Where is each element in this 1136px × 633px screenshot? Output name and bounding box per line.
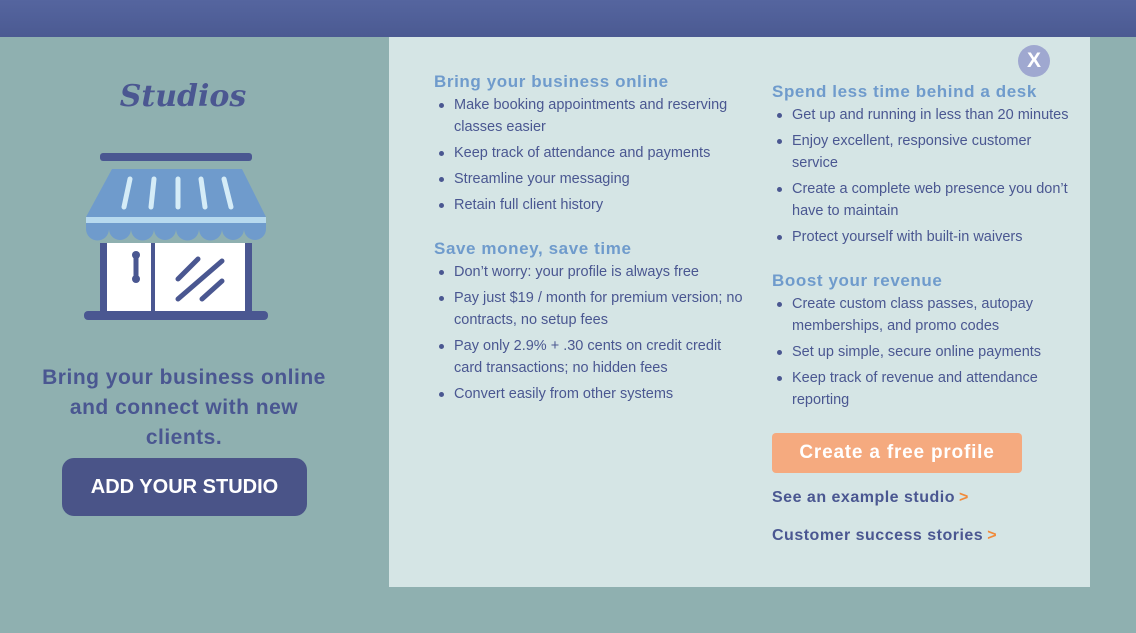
example-studio-link-text: See an example studio [772,489,956,506]
storefront-icon [84,153,268,320]
benefit-item: Don’t worry: your profile is always free [434,261,749,283]
benefit-item: Pay just $19 / month for premium version… [434,287,749,331]
top-nav-bar [0,0,1136,37]
studios-card: Studios Bring your business online and c… [0,37,389,633]
benefit-item: Convert easily from other systems [434,383,749,405]
benefit-item: Create custom class passes, autopay memb… [772,293,1077,337]
section-heading: Bring your business online [434,72,669,91]
benefits-column-right: Spend less time behind a desk Get up and… [772,81,1077,433]
benefits-column-left: Bring your business online Make booking … [434,71,749,427]
benefit-item: Enjoy excellent, responsive customer ser… [772,130,1077,174]
benefits-section-online: Bring your business online Make booking … [434,71,749,216]
benefit-item: Create a complete web presence you don’t… [772,178,1077,222]
benefit-item: Streamline your messaging [434,168,749,190]
benefit-item: Keep track of revenue and attendance rep… [772,367,1077,411]
benefits-section-save: Save money, save time Don’t worry: your … [434,238,749,405]
success-stories-link-text: Customer success stories [772,527,984,544]
studios-tagline: Bring your business online and connect w… [42,366,326,449]
example-studio-link[interactable]: See an example studio > [772,489,969,507]
benefit-item: Pay only 2.9% + .30 cents on credit cred… [434,335,749,379]
benefit-item: Make booking appointments and reserving … [434,94,749,138]
studio-benefits-panel: X Bring your business online Make bookin… [389,37,1090,587]
benefits-section-revenue: Boost your revenue Create custom class p… [772,270,1077,411]
section-heading: Boost your revenue [772,271,943,290]
create-free-profile-button[interactable]: Create a free profile [772,433,1022,473]
benefit-item: Get up and running in less than 20 minut… [772,104,1077,126]
studios-title: Studios [119,79,247,114]
section-heading: Spend less time behind a desk [772,82,1037,101]
benefits-section-desk: Spend less time behind a desk Get up and… [772,81,1077,248]
chevron-right-icon: > [959,489,969,506]
benefit-item: Retain full client history [434,194,749,216]
close-icon[interactable]: X [1018,45,1050,77]
success-stories-link[interactable]: Customer success stories > [772,527,997,545]
benefit-item: Set up simple, secure online payments [772,341,1077,363]
add-your-studio-button[interactable]: ADD YOUR STUDIO [62,458,307,516]
benefit-item: Protect yourself with built-in waivers [772,226,1077,248]
benefit-item: Keep track of attendance and payments [434,142,749,164]
section-heading: Save money, save time [434,239,632,258]
chevron-right-icon: > [987,527,998,544]
